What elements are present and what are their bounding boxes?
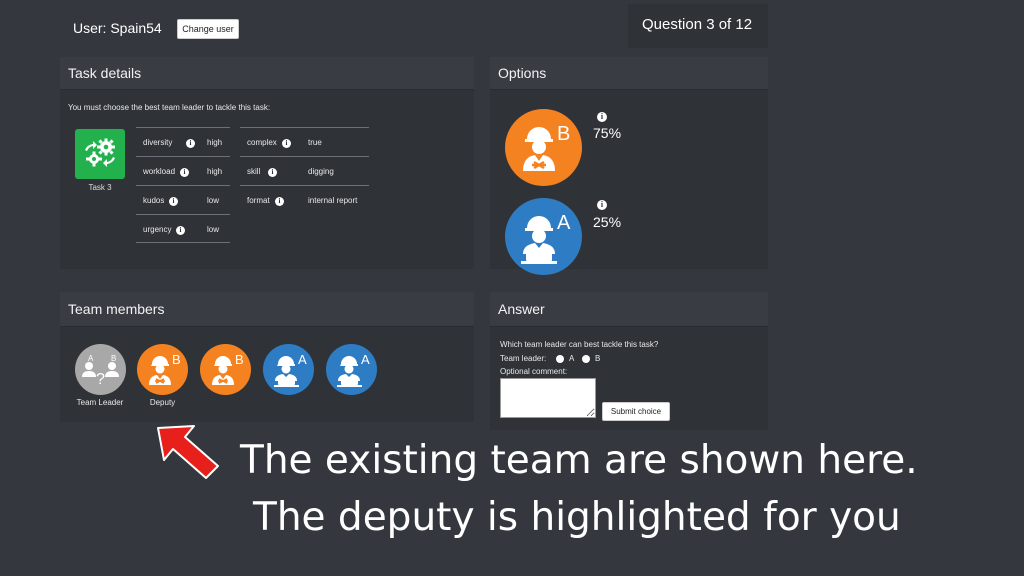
attribute-row: skill i digging <box>240 156 369 184</box>
team-members-header: Team members <box>60 292 474 327</box>
radio-option-a-label: A <box>569 354 575 363</box>
answer-title: Answer <box>498 301 545 317</box>
attribute-key: workload <box>143 167 176 176</box>
comment-textarea[interactable] <box>500 378 596 418</box>
option-letter: A <box>557 212 571 234</box>
option-b-avatar[interactable]: B <box>505 109 582 186</box>
team-leader-label: Team Leader <box>76 398 124 407</box>
options-header: Options <box>490 57 768 90</box>
user-bar: User: Spain54 Change user <box>60 8 470 48</box>
option-a-avatar[interactable]: A <box>505 198 582 275</box>
info-icon[interactable]: i <box>180 168 189 177</box>
info-icon[interactable]: i <box>275 197 284 206</box>
team-leader-placeholder-avatar[interactable]: A B ? <box>75 344 126 395</box>
info-icon[interactable]: i <box>282 139 291 148</box>
info-icon[interactable]: i <box>176 226 185 235</box>
attribute-value: digging <box>308 167 334 176</box>
deputy-avatar[interactable]: B <box>137 344 188 395</box>
task-gears-icon <box>75 129 125 179</box>
change-user-button[interactable]: Change user <box>177 19 239 39</box>
info-icon[interactable]: i <box>597 200 607 210</box>
task-instruction: You must choose the best team leader to … <box>68 103 271 112</box>
attribute-key: complex <box>247 138 277 147</box>
info-icon[interactable]: i <box>268 168 277 177</box>
member-avatar[interactable]: A <box>263 344 314 395</box>
comment-label: Optional comment: <box>500 367 568 376</box>
attribute-value: high <box>207 138 223 147</box>
worker-laptop-icon <box>521 216 557 264</box>
member-avatar[interactable]: B <box>200 344 251 395</box>
answer-header: Answer <box>490 292 768 327</box>
task-details-title: Task details <box>68 65 142 81</box>
attribute-key: skill <box>247 167 261 176</box>
placeholder-letter-b: B <box>111 354 117 363</box>
caption-line-2: The deputy is highlighted for you <box>253 495 901 540</box>
member-letter: A <box>361 352 370 367</box>
attribute-key: kudos <box>143 196 165 205</box>
user-label: User: Spain54 <box>73 20 162 36</box>
member-avatar[interactable]: A <box>326 344 377 395</box>
attribute-row: kudos i low <box>136 185 230 213</box>
submit-choice-button[interactable]: Submit choice <box>602 402 670 421</box>
answer-panel: Answer Which team leader can best tackle… <box>490 292 768 430</box>
worker-icon <box>523 127 555 171</box>
options-panel: Options B i 75% A i 25% <box>490 57 768 275</box>
attribute-row: complex i true <box>240 127 369 155</box>
task-details-panel: Task details You must choose the best te… <box>60 57 474 269</box>
attribute-divider <box>136 242 230 243</box>
radio-option-a[interactable] <box>556 355 564 363</box>
member-letter: A <box>298 352 307 367</box>
team-members-panel: Team members A B ? Team Leader B Deputy <box>60 292 474 422</box>
attribute-row: diversity i high <box>136 127 230 155</box>
option-a-percent: 25% <box>593 214 622 230</box>
attribute-key: format <box>247 196 270 205</box>
member-letter: B <box>235 352 244 367</box>
attribute-key: diversity <box>143 138 173 147</box>
caption-line-1: The existing team are shown here. <box>240 438 918 483</box>
question-mark: ? <box>96 371 105 388</box>
answer-question: Which team leader can best tackle this t… <box>500 340 659 349</box>
team-leader-label: Team leader: <box>500 354 547 363</box>
question-progress: Question 3 of 12 <box>642 16 753 33</box>
team-members-title: Team members <box>68 301 165 317</box>
option-letter: B <box>557 123 571 145</box>
attribute-value: low <box>207 225 220 234</box>
attribute-value: high <box>207 167 223 176</box>
task-label: Task 3 <box>88 183 112 192</box>
placeholder-letter-a: A <box>88 354 94 363</box>
info-icon[interactable]: i <box>597 112 607 122</box>
info-icon[interactable]: i <box>186 139 195 148</box>
radio-option-b-label: B <box>595 354 601 363</box>
attribute-row: format i internal report <box>240 185 369 213</box>
red-arrow-icon <box>157 425 219 479</box>
attribute-row: urgency i low <box>136 214 230 242</box>
attribute-value: true <box>308 138 322 147</box>
task-details-header: Task details <box>60 57 474 90</box>
question-progress-box: Question 3 of 12 <box>628 4 768 48</box>
options-title: Options <box>498 65 547 81</box>
deputy-label: Deputy <box>149 398 176 407</box>
info-icon[interactable]: i <box>169 197 178 206</box>
attribute-key: urgency <box>143 225 172 234</box>
attribute-row: workload i high <box>136 156 230 184</box>
attribute-value: low <box>207 196 220 205</box>
member-letter: B <box>172 352 181 367</box>
option-b-percent: 75% <box>593 125 622 141</box>
radio-option-b[interactable] <box>582 355 590 363</box>
attribute-value: internal report <box>308 196 358 205</box>
